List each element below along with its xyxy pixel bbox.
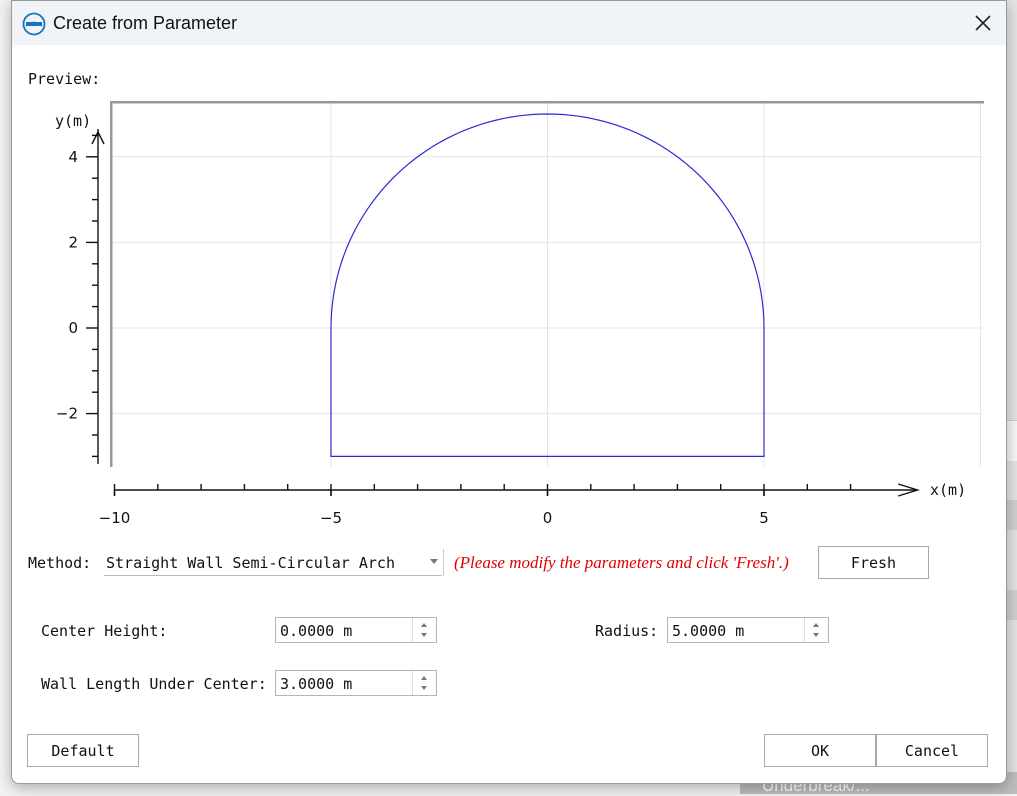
arrow-down-icon [421,686,427,690]
background-panel [1006,500,1017,530]
radius-input[interactable]: 5.0000 m [667,617,829,643]
plot-left-border [110,101,113,467]
default-button[interactable]: Default [27,734,139,767]
radius-stepper[interactable] [804,618,829,642]
plot-top-border [110,101,984,104]
method-selected-value: Straight Wall Semi-Circular Arch [106,554,395,572]
y-tick-label: 2 [68,233,78,251]
x-tick-label: 0 [543,509,553,527]
y-axis: −2 0 2 4 [56,129,105,464]
arrow-down-icon [813,633,819,637]
background-panel [1006,590,1017,620]
center-height-stepper[interactable] [412,618,437,642]
divider [436,670,437,696]
wall-length-input[interactable]: 3.0000 m [275,670,437,696]
center-height-input[interactable]: 0.0000 m [275,617,437,643]
x-tick-label: 5 [759,509,769,527]
background-panel [1006,420,1017,461]
chart-grid [113,103,982,467]
y-tick-label: −2 [56,405,78,423]
divider [436,617,437,643]
arrow-up-icon [421,623,427,627]
arrow-up-icon [813,623,819,627]
x-tick-label: −10 [99,509,131,527]
wall-length-label: Wall Length Under Center: [41,675,267,693]
x-axis-label: x(m) [930,481,966,499]
center-height-value: 0.0000 m [280,622,353,640]
hint-text: (Please modify the parameters and click … [454,553,789,572]
wall-length-stepper[interactable] [412,671,437,695]
x-axis: −10 −5 0 5 [99,483,920,527]
y-tick-label: 4 [68,148,78,166]
arrow-down-icon [421,633,427,637]
divider [828,617,829,643]
cancel-button[interactable]: Cancel [876,734,988,767]
radius-label: Radius: [595,622,659,640]
fresh-button[interactable]: Fresh [818,546,929,579]
center-height-label: Center Height: [41,622,168,640]
x-tick-label: −5 [320,509,342,527]
preview-chart: −2 0 2 4 −10 −5 0 5 y(m) x(m) [55,101,984,527]
y-axis-label: y(m) [55,112,91,130]
method-label: Method: [28,554,92,572]
divider [443,549,444,576]
wall-length-value: 3.0000 m [280,675,353,693]
radius-value: 5.0000 m [672,622,745,640]
ok-button[interactable]: OK [764,734,876,767]
method-select[interactable]: Straight Wall Semi-Circular Arch [104,549,442,576]
arrow-up-icon [421,676,427,680]
y-tick-label: 0 [68,319,78,337]
create-from-parameter-dialog: Create from Parameter Preview: −2 0 2 4 −10… [11,0,1007,784]
chevron-down-icon [430,559,438,564]
